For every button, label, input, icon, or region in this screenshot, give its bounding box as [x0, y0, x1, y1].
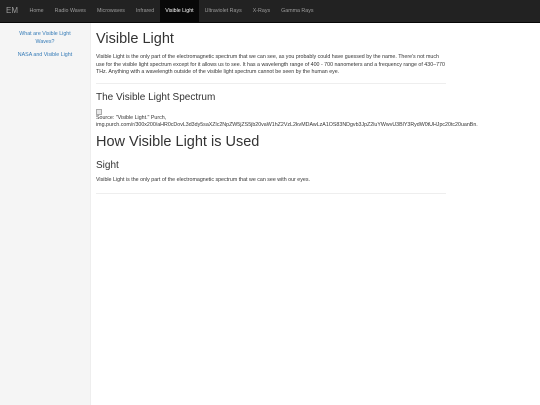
page-title: Visible Light: [96, 31, 174, 47]
sidebar-link-nasa-and-visible-light[interactable]: NASA and Visible Light: [0, 52, 90, 60]
nav-item-gamma-rays[interactable]: Gamma Rays: [276, 0, 319, 22]
nav-item-infrared[interactable]: Infrared: [130, 0, 159, 22]
nav-item-visible-light[interactable]: Visible Light: [159, 0, 200, 22]
how-used-heading: How Visible Light is Used: [96, 133, 260, 150]
intro-paragraph: Visible Light is the only part of the el…: [96, 54, 445, 76]
source-line-2: img.purch.com/r/300x200/aHR0cDovL3d3dy5s…: [96, 122, 478, 129]
brand-logo[interactable]: EM: [0, 0, 24, 22]
nav-item-home[interactable]: Home: [24, 0, 49, 22]
sidebar: What are Visible Light Waves? NASA and V…: [0, 23, 91, 405]
top-navbar: EM Home Radio Waves Microwaves Infrared …: [0, 0, 540, 23]
nav-item-microwaves[interactable]: Microwaves: [91, 0, 130, 22]
sidebar-link-what-are-visible-light-waves[interactable]: What are Visible Light Waves?: [0, 31, 90, 46]
main-content: Visible Light Visible Light is the only …: [96, 23, 536, 195]
nav-item-radio-waves[interactable]: Radio Waves: [49, 0, 91, 22]
sight-paragraph: Visible Light is the only part of the el…: [96, 176, 310, 183]
sight-heading: Sight: [96, 159, 119, 171]
divider: [96, 82, 446, 84]
source-line-1: Source: "Visible Light." Purch,: [96, 114, 167, 121]
nav-item-ultraviolet-rays[interactable]: Ultraviolet Rays: [199, 0, 247, 22]
spectrum-heading: The Visible Light Spectrum: [96, 91, 216, 103]
divider: [96, 193, 446, 195]
nav-item-x-rays[interactable]: X-Rays: [247, 0, 275, 22]
